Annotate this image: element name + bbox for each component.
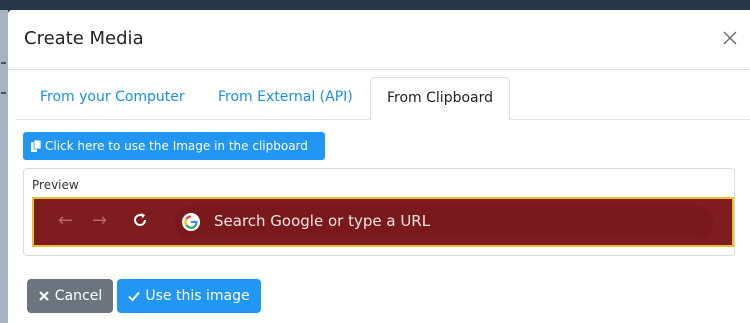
- back-arrow-icon: ←: [58, 210, 74, 231]
- tab-from-computer[interactable]: From your Computer: [24, 77, 201, 120]
- preview-image: ← → Search Google or type a URL: [32, 197, 734, 247]
- checkmark-icon: [128, 291, 141, 302]
- tab-from-external-api[interactable]: From External (API): [202, 77, 369, 120]
- forward-arrow-icon: →: [92, 210, 108, 231]
- address-bar: Search Google or type a URL: [174, 206, 714, 238]
- clipboard-icon: [31, 140, 41, 152]
- modal-title: Create Media: [24, 28, 144, 49]
- tab-from-clipboard[interactable]: From Clipboard: [370, 77, 511, 120]
- media-source-tabs: From your Computer From External (API) F…: [16, 77, 750, 120]
- cancel-label: Cancel: [54, 288, 103, 304]
- preview-panel: Preview ← → Search Google or type a URL: [23, 168, 735, 256]
- create-media-modal: Create Media From your Computer From Ext…: [8, 10, 750, 323]
- modal-header: Create Media: [8, 10, 750, 70]
- close-icon: [723, 31, 737, 45]
- preview-label: Preview: [32, 178, 79, 192]
- page-backdrop: [0, 0, 750, 10]
- close-icon: [39, 291, 49, 301]
- reload-icon: [134, 213, 147, 226]
- use-this-image-label: Use this image: [145, 288, 250, 304]
- close-button[interactable]: [720, 28, 740, 48]
- use-this-image-button[interactable]: Use this image: [117, 279, 261, 313]
- use-clipboard-image-label: Click here to use the Image in the clipb…: [45, 139, 308, 153]
- address-bar-placeholder: Search Google or type a URL: [214, 212, 431, 230]
- backdrop-mark: [1, 62, 6, 64]
- page-backdrop-edge: [0, 10, 8, 323]
- google-logo-icon: [182, 213, 200, 231]
- cancel-button[interactable]: Cancel: [27, 279, 113, 313]
- use-clipboard-image-button[interactable]: Click here to use the Image in the clipb…: [23, 132, 325, 160]
- backdrop-mark: [1, 92, 6, 94]
